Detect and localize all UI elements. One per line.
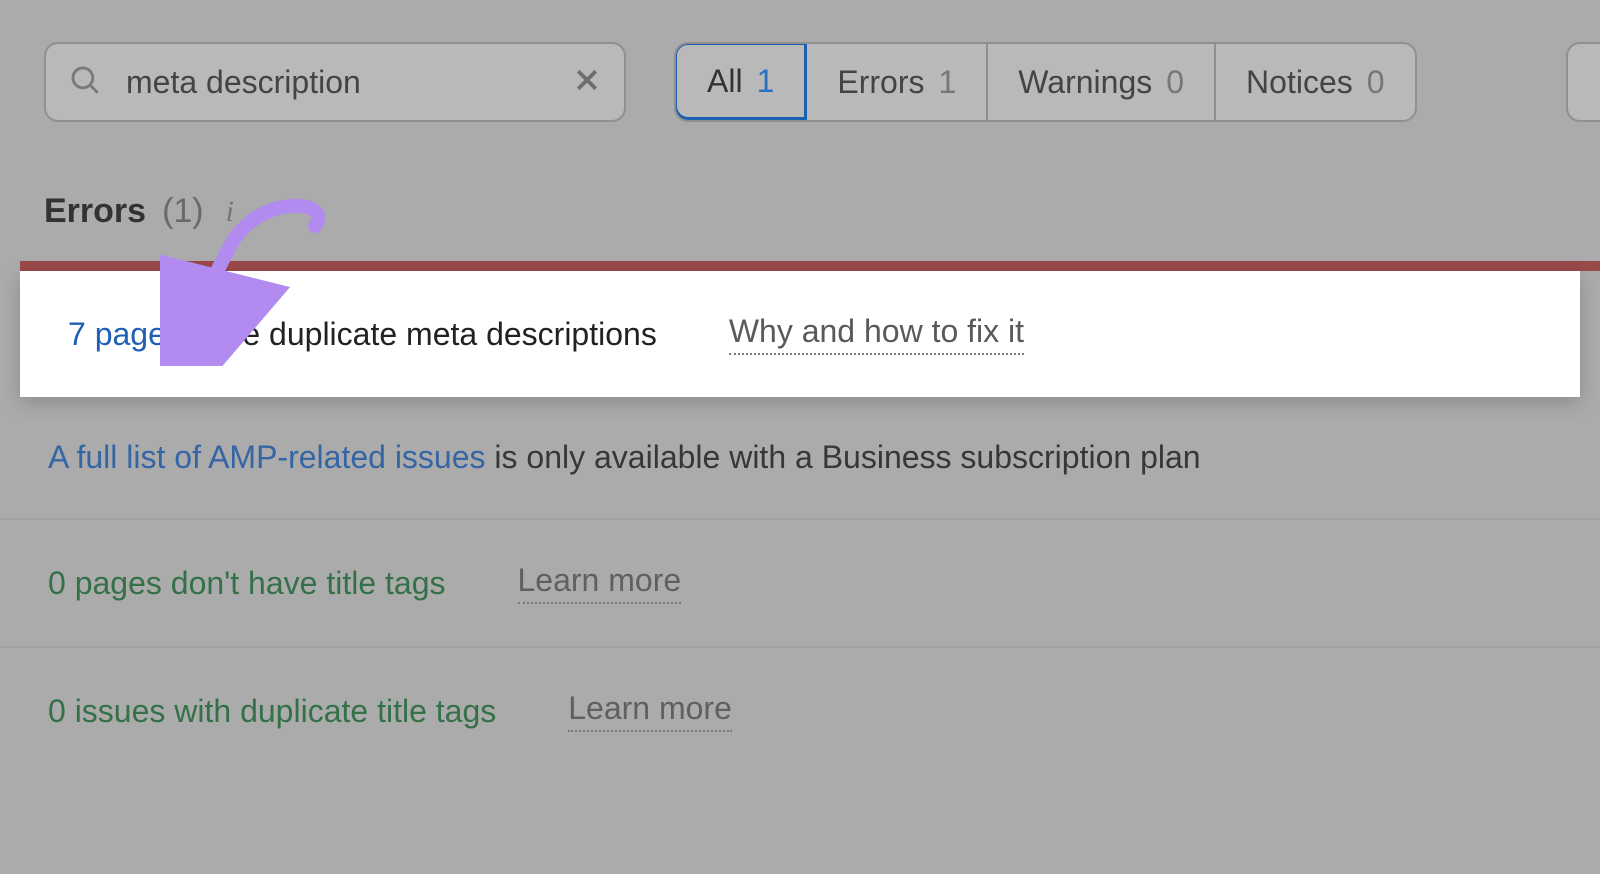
issue-pages-link[interactable]: 7 pages: [68, 316, 182, 352]
tab-count: 0: [1166, 64, 1184, 101]
amp-issues-link[interactable]: A full list of AMP-related issues: [48, 439, 486, 475]
learn-more-link[interactable]: Learn more: [518, 562, 682, 604]
clear-icon[interactable]: [572, 65, 602, 100]
learn-more-link[interactable]: Learn more: [568, 690, 732, 732]
issue-row-amp[interactable]: A full list of AMP-related issues is onl…: [0, 397, 1600, 520]
issue-text: 0 issues with duplicate title tags: [48, 693, 496, 730]
truncated-button[interactable]: [1566, 42, 1600, 122]
tab-count: 0: [1367, 64, 1385, 101]
tab-count: 1: [757, 63, 775, 100]
errors-severity-bar: [20, 261, 1600, 271]
info-icon[interactable]: i: [220, 195, 234, 229]
tab-warnings[interactable]: Warnings 0: [988, 44, 1216, 120]
search-box[interactable]: [44, 42, 626, 122]
section-title: Errors: [44, 192, 146, 231]
section-count: (1): [162, 192, 204, 231]
tab-label: Notices: [1246, 64, 1353, 101]
tab-all[interactable]: All 1: [674, 42, 807, 120]
tab-label: Errors: [837, 64, 924, 101]
tab-label: Warnings: [1018, 64, 1152, 101]
issue-row-no-title[interactable]: 0 pages don't have title tags Learn more: [0, 520, 1600, 648]
issue-text: 7 pages have duplicate meta descriptions: [68, 316, 657, 353]
search-input[interactable]: [126, 64, 548, 101]
issue-text: 0 pages don't have title tags: [48, 565, 446, 602]
issue-text: A full list of AMP-related issues is onl…: [48, 439, 1201, 476]
tab-label: All: [707, 63, 743, 100]
search-icon: [68, 63, 102, 102]
filter-tabs: All 1 Errors 1 Warnings 0 Notices 0: [674, 42, 1417, 122]
issue-row-duplicate-title[interactable]: 0 issues with duplicate title tags Learn…: [0, 648, 1600, 774]
why-fix-link[interactable]: Why and how to fix it: [729, 313, 1024, 355]
tab-count: 1: [938, 64, 956, 101]
tab-errors[interactable]: Errors 1: [807, 44, 988, 120]
section-header: Errors (1) i: [0, 122, 1600, 261]
tab-notices[interactable]: Notices 0: [1216, 44, 1415, 120]
issue-row-duplicate-meta[interactable]: 7 pages have duplicate meta descriptions…: [20, 271, 1580, 397]
